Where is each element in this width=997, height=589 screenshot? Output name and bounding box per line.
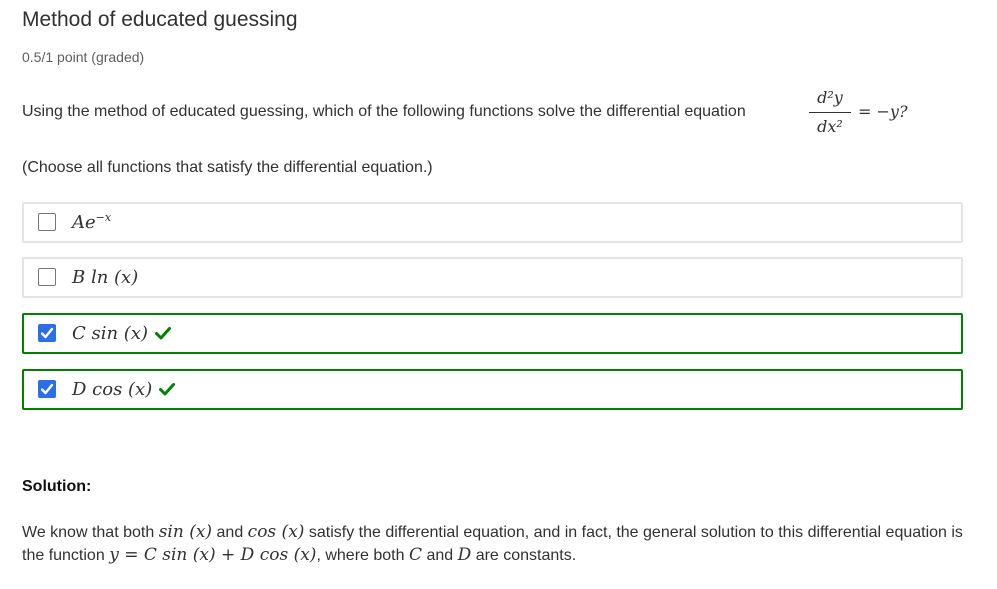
math-constant-c: C [408,545,422,565]
choice-label-row: C sin (x) [72,323,171,345]
equation-denominator: dx² [817,117,843,136]
instruction-text: (Choose all functions that satisfy the d… [22,159,433,176]
question-prompt: Using the method of educated guessing, w… [22,86,962,140]
choice-option[interactable]: Ae−x [22,202,963,243]
checkbox[interactable] [38,380,56,398]
choice-option[interactable]: B ln (x) [22,257,963,298]
points-status: 0.5/1 point (graded) [22,49,145,65]
question-text: Using the method of educated guessing, w… [22,103,746,120]
choice-label: C sin (x) [72,323,148,344]
checkbox[interactable] [38,268,56,286]
choice-label-exponent: −x [95,211,112,224]
equation-fraction: d²y dx² [809,86,851,139]
correct-check-icon [155,324,171,345]
choice-label: B ln (x) [72,267,139,288]
solution-text-segment: and [216,524,244,541]
checkmark-icon [40,383,54,395]
choice-option[interactable]: D cos (x) [22,369,963,410]
math-general-solution: y = C sin (x) + D cos (x) [109,545,317,565]
solution-text-segment: We know that both [22,524,155,541]
choice-label: D cos (x) [72,379,153,400]
checkmark-icon [40,327,54,339]
choice-label-row: D cos (x) [72,379,176,401]
math-cos-x: cos (x) [247,522,305,542]
checkbox[interactable] [38,213,56,231]
solution-text-segment: are constants. [475,547,577,564]
solution-text: We know that both sin (x) and cos (x) sa… [22,521,967,567]
problem-title: Method of educated guessing [22,8,298,31]
equation-numerator: d²y [817,88,843,107]
choice-label: Ae−x [72,212,111,233]
solution-text-segment: and [426,547,454,564]
solution-heading: Solution: [22,478,92,495]
choice-option[interactable]: C sin (x) [22,313,963,354]
math-sin-x: sin (x) [158,522,213,542]
fraction-bar [809,112,851,113]
equation-rhs: = −y? [858,102,908,121]
solution-text-segment: , where both [316,547,405,564]
math-constant-d: D [457,545,472,565]
correct-check-icon [159,380,176,401]
choice-label-base: Ae [72,212,96,233]
checkbox[interactable] [38,324,56,342]
